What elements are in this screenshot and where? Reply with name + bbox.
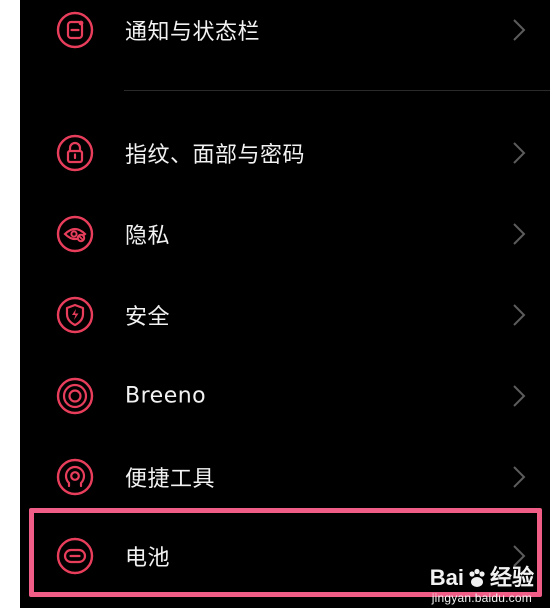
settings-item-label: Breeno: [125, 383, 207, 409]
privacy-eye-icon: [56, 215, 94, 253]
settings-item-label: 便捷工具: [125, 467, 216, 492]
settings-item-security[interactable]: 安全: [20, 275, 550, 355]
shield-icon: [56, 296, 94, 334]
settings-item-label: 安全: [125, 305, 171, 330]
settings-item-convenience-tools[interactable]: 便捷工具: [20, 437, 550, 517]
watermark-brand-text: Bai: [429, 565, 464, 590]
tools-icon: [56, 458, 94, 496]
chevron-right-icon: [512, 18, 526, 42]
settings-item-breeno[interactable]: Breeno: [20, 356, 550, 436]
chevron-right-icon: [512, 222, 526, 246]
lock-icon: [56, 134, 94, 172]
chevron-right-icon: [512, 465, 526, 489]
settings-item-label: 通知与状态栏: [125, 20, 261, 45]
paw-icon: [466, 567, 488, 589]
settings-item-label: 指纹、面部与密码: [125, 143, 306, 168]
settings-item-fingerprint-face-password[interactable]: 指纹、面部与密码: [20, 113, 550, 193]
settings-item-notifications[interactable]: 通知与状态栏: [20, 0, 550, 70]
notification-icon: [56, 11, 94, 49]
chevron-right-icon: [512, 384, 526, 408]
breeno-icon: [56, 377, 94, 415]
chevron-right-icon: [512, 141, 526, 165]
settings-item-label: 电池: [125, 546, 171, 571]
section-divider: [124, 90, 550, 91]
settings-screen: 通知与状态栏 指纹、面部与密码 隐私 安全 Breeno 便捷工具 电池: [20, 0, 550, 608]
watermark-jingyan-text: 经验: [489, 565, 534, 590]
settings-item-privacy[interactable]: 隐私: [20, 194, 550, 274]
battery-icon: [56, 537, 94, 575]
chevron-right-icon: [512, 303, 526, 327]
watermark-url: jingyan.baidu.com: [431, 591, 532, 605]
watermark-logo: Bai 经验: [430, 567, 534, 589]
settings-item-label: 隐私: [125, 224, 171, 249]
baidu-jingyan-watermark: Bai 经验 jingyan.baidu.com: [430, 567, 534, 605]
